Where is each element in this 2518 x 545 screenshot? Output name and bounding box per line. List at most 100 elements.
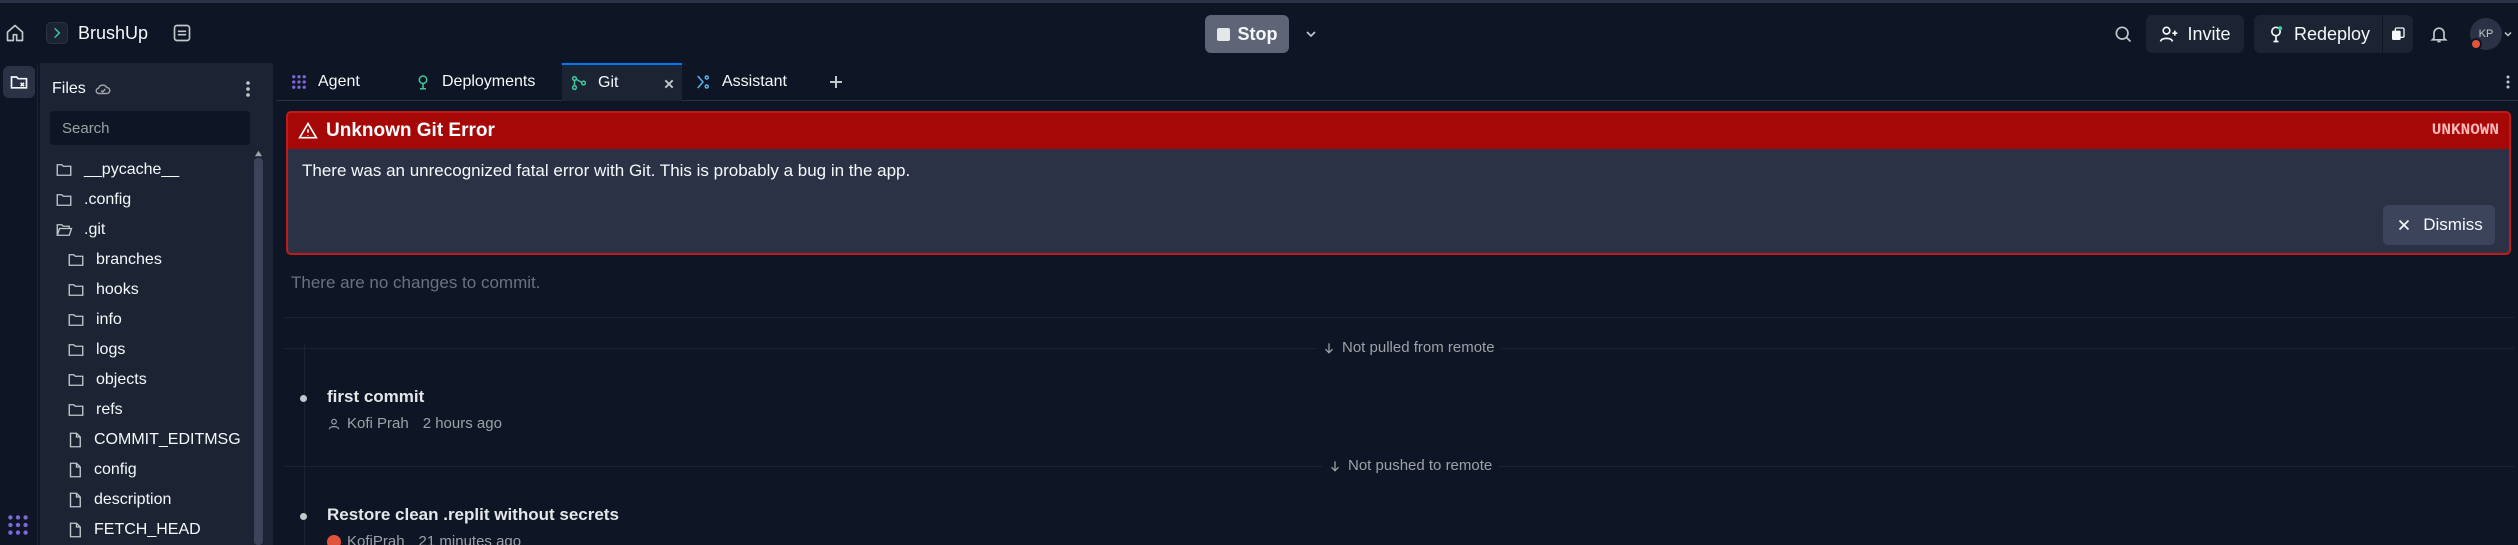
chevron-down-icon — [1306, 31, 1316, 38]
folder-item[interactable]: refs — [40, 395, 262, 425]
invite-button[interactable]: Invite — [2146, 15, 2244, 53]
commit-title: first commit — [327, 387, 425, 406]
copy-icon — [2392, 27, 2405, 40]
stop-button[interactable]: Stop — [1205, 15, 1289, 53]
folder-icon — [68, 344, 84, 356]
pane-menu-button[interactable] — [2498, 70, 2518, 94]
tree-item-label: objects — [96, 371, 147, 388]
repl-title: BrushUp — [78, 22, 149, 43]
error-code: UNKNOWN — [2431, 121, 2499, 139]
tree-item-label: logs — [96, 341, 126, 358]
folder-item[interactable]: hooks — [40, 275, 262, 305]
arrow-down-icon — [1331, 460, 1339, 472]
file-icon — [69, 522, 81, 538]
run-controls: Stop — [1205, 15, 1323, 53]
arrow-down-icon — [1325, 342, 1333, 354]
tree-item-label: FETCH_HEAD — [94, 521, 201, 538]
dismiss-button[interactable]: Dismiss — [2383, 205, 2495, 245]
avatar — [327, 534, 341, 545]
search-button[interactable] — [2104, 15, 2142, 53]
new-tab-button[interactable] — [824, 70, 848, 94]
tab-label: Deployments — [442, 73, 536, 90]
stop-icon — [1216, 27, 1230, 41]
tab-close-button[interactable] — [658, 73, 680, 95]
file-tree: __pycache__ .config .git branches hooks info l… — [40, 155, 262, 545]
assistant-icon — [697, 75, 709, 89]
commit-author: KofiPrah — [347, 533, 405, 545]
agent-icon — [292, 75, 306, 89]
not-pulled-label: Not pulled from remote — [1316, 339, 1501, 356]
redeploy-button[interactable]: Redeploy — [2254, 15, 2382, 53]
git-icon — [571, 75, 587, 91]
tab-label: Git — [598, 74, 619, 91]
home-button[interactable] — [0, 18, 30, 48]
files-title: Files — [52, 80, 86, 97]
project-overview-icon — [173, 24, 191, 42]
scroll-up-arrow[interactable] — [254, 145, 263, 157]
tab-agent[interactable]: Agent — [282, 63, 406, 101]
commit-author: Kofi Prah — [347, 415, 409, 432]
no-changes-message: There are no changes to commit. — [291, 273, 541, 292]
warning-icon — [298, 121, 318, 139]
tab-label: Assistant — [722, 73, 787, 90]
folder-item[interactable]: .config — [40, 185, 262, 215]
not-pushed-text: Not pushed to remote — [1348, 457, 1493, 474]
file-icon — [69, 492, 81, 508]
file-item[interactable]: description — [40, 485, 262, 515]
repl-name-button[interactable]: BrushUp — [46, 17, 148, 49]
file-icon — [69, 462, 81, 478]
files-search-input[interactable] — [50, 111, 250, 145]
notifications-button[interactable] — [2420, 15, 2458, 53]
tree-item-label: .config — [84, 191, 132, 208]
folder-icon — [56, 164, 72, 176]
close-icon — [2399, 219, 2410, 231]
avatar: KP — [2470, 18, 2502, 50]
commit-dot — [300, 513, 307, 520]
dismiss-label: Dismiss — [2423, 215, 2483, 234]
folder-item[interactable]: __pycache__ — [40, 155, 262, 185]
tab-assistant[interactable]: Assistant — [686, 63, 816, 101]
commit-meta: Kofi Prah 2 hours ago — [327, 415, 502, 432]
tab-deployments[interactable]: Deployments — [406, 63, 560, 101]
all-tools-button[interactable] — [5, 512, 33, 540]
bell-icon — [2430, 27, 2448, 43]
folder-icon — [68, 374, 84, 386]
commit-time: 21 minutes ago — [418, 533, 522, 545]
repl-logo-icon — [46, 22, 68, 44]
invite-label: Invite — [2187, 23, 2231, 44]
folder-item[interactable]: logs — [40, 335, 262, 365]
folder-item[interactable]: info — [40, 305, 262, 335]
project-overview-button[interactable] — [170, 21, 194, 45]
plus-icon — [830, 76, 842, 88]
files-scrollbar[interactable] — [254, 158, 263, 545]
tree-item-label: branches — [96, 251, 162, 268]
home-icon — [6, 24, 24, 42]
tree-item-label: .git — [84, 221, 106, 238]
tab-bar: Agent Deployments Git Assistant — [276, 63, 2518, 101]
tab-git[interactable]: Git — [562, 63, 682, 101]
tree-item-label: refs — [96, 401, 123, 418]
chevron-down-icon — [2504, 31, 2512, 37]
deployment-options-button[interactable] — [2383, 15, 2413, 53]
account-menu[interactable]: KP — [2470, 17, 2514, 51]
tree-item-label: hooks — [96, 281, 139, 298]
folder-item[interactable]: objects — [40, 365, 262, 395]
avatar-status-badge — [2470, 38, 2482, 50]
kebab-menu-icon — [246, 81, 250, 97]
cloud-check-icon — [95, 84, 111, 95]
error-header: Unknown Git Error UNKNOWN — [288, 113, 2509, 149]
folder-item[interactable]: branches — [40, 245, 262, 275]
stop-label: Stop — [1237, 23, 1278, 44]
file-item[interactable]: config — [40, 455, 262, 485]
folder-item[interactable]: .git — [40, 215, 262, 245]
file-item[interactable]: COMMIT_EDITMSG — [40, 425, 262, 455]
run-options-button[interactable] — [1299, 22, 1323, 46]
main-pane: Agent Deployments Git Assistant Unknown … — [276, 63, 2518, 545]
files-tool-button[interactable] — [3, 66, 35, 98]
redeploy-label: Redeploy — [2293, 23, 2371, 44]
not-pulled-text: Not pulled from remote — [1342, 339, 1495, 356]
file-item[interactable]: FETCH_HEAD — [40, 515, 262, 545]
add-user-icon — [2160, 26, 2178, 42]
grid-icon — [8, 515, 28, 535]
files-menu-button[interactable] — [236, 77, 260, 101]
